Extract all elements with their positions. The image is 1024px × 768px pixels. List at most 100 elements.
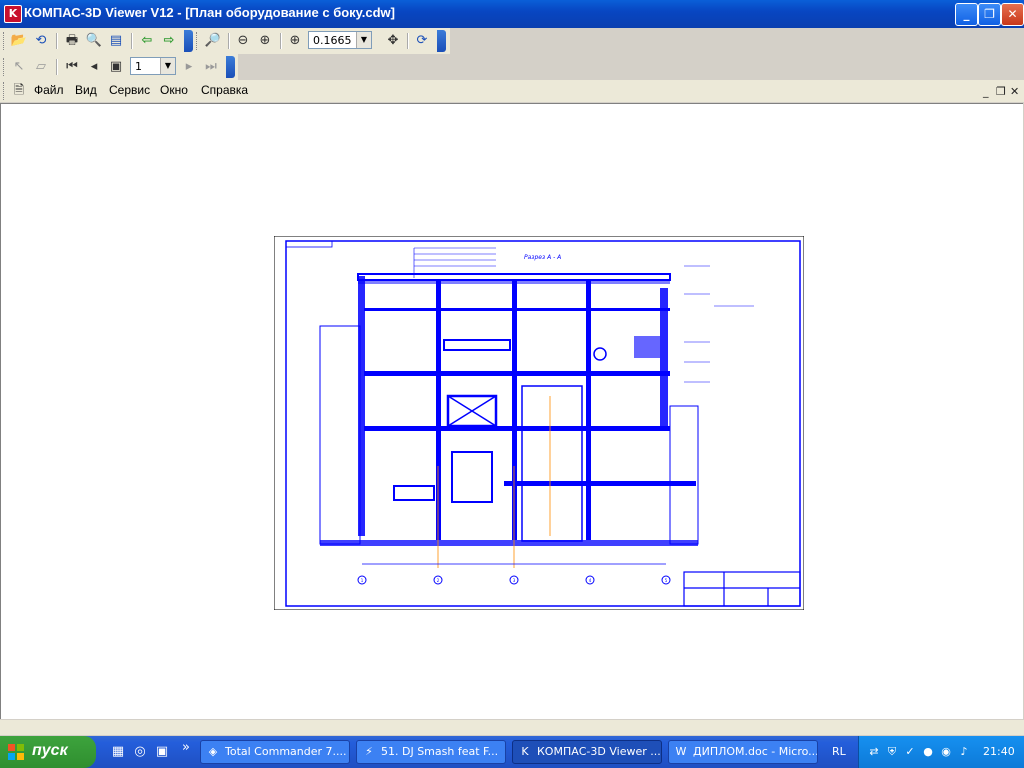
back-arrow-icon[interactable]: ⇦ bbox=[138, 32, 156, 50]
floor-slab-3 bbox=[504, 481, 696, 486]
toolbar-separator bbox=[407, 33, 409, 49]
clock[interactable]: 21:40 bbox=[983, 745, 1015, 758]
print-icon[interactable]: 🖶 bbox=[63, 32, 81, 50]
taskbar-button-total-commander[interactable]: ◈ Total Commander 7.... bbox=[200, 740, 350, 764]
toolbar-grip[interactable] bbox=[196, 32, 200, 50]
word-icon: W bbox=[675, 745, 687, 758]
section-title: Разрез А - А bbox=[524, 254, 561, 261]
toolbar-separator bbox=[131, 33, 133, 49]
status-circle-icon[interactable]: ◉ bbox=[939, 745, 953, 759]
toolbar-separator bbox=[228, 33, 230, 49]
previous-page-icon[interactable]: ◂ bbox=[85, 58, 103, 76]
window-title: КОМПАС-3D Viewer V12 - [План оборудовани… bbox=[24, 5, 395, 20]
start-label: пуск bbox=[32, 742, 68, 759]
toolbar-overflow-button[interactable] bbox=[437, 30, 446, 52]
zoom-all-icon[interactable]: ⊕ bbox=[256, 32, 274, 50]
pan-move-icon[interactable]: ✥ bbox=[384, 32, 402, 50]
hopper-box bbox=[634, 336, 660, 358]
toolbar-overflow-button[interactable] bbox=[184, 30, 193, 52]
toolbar-grip[interactable] bbox=[3, 82, 7, 100]
task-label: Total Commander 7.... bbox=[225, 745, 347, 758]
chevron-down-icon[interactable]: ▼ bbox=[160, 58, 175, 74]
print-preview-icon[interactable]: 🔍 bbox=[85, 32, 103, 50]
quicklaunch-overflow[interactable]: » bbox=[178, 740, 194, 756]
toolbar-grip[interactable] bbox=[3, 58, 7, 76]
toolbar-grip[interactable] bbox=[3, 32, 7, 50]
page-number-value: 1 bbox=[135, 60, 142, 73]
taskbar-button-winamp[interactable]: ⚡ 51. DJ Smash feat F... bbox=[356, 740, 506, 764]
zoom-scale-combo[interactable]: 0.1665 ▼ bbox=[308, 31, 372, 49]
refresh-view-icon[interactable]: ⟳ bbox=[413, 32, 431, 50]
minimize-button[interactable]: _ bbox=[955, 3, 978, 26]
taskbar-button-kompas[interactable]: K КОМПАС-3D Viewer ... bbox=[512, 740, 662, 764]
task-label: ДИПЛОМ.doc - Micro... bbox=[693, 745, 818, 758]
sheet-outer-border bbox=[274, 236, 804, 610]
mdi-close-button[interactable]: ✕ bbox=[1010, 85, 1019, 98]
toolbar-separator bbox=[56, 33, 58, 49]
view-toolbar: ↖ ▱ ⏮ ◂ ▣ 1 ▼ ▸ ⏭ bbox=[0, 54, 238, 80]
ground-line bbox=[320, 540, 698, 546]
menu-service[interactable]: Сервис bbox=[109, 83, 150, 97]
opera-icon[interactable]: ◎ bbox=[132, 744, 148, 760]
start-button[interactable]: пуск bbox=[0, 736, 96, 768]
cad-drawing: Разрез А - А 1 2 3 4 5 bbox=[274, 236, 804, 610]
menu-file[interactable]: Файл bbox=[34, 83, 64, 97]
shield-icon[interactable]: ✓ bbox=[903, 745, 917, 759]
windows-taskbar: пуск ▦ ◎ ▣ » ◈ Total Commander 7.... ⚡ 5… bbox=[0, 736, 1024, 768]
page-setup-icon[interactable]: ▤ bbox=[107, 32, 125, 50]
task-label: КОМПАС-3D Viewer ... bbox=[537, 745, 661, 758]
kompas-logo-icon[interactable]: K bbox=[4, 5, 22, 23]
task-label: 51. DJ Smash feat F... bbox=[381, 745, 499, 758]
document-icon[interactable]: 🗎 bbox=[10, 82, 28, 100]
show-desktop-icon[interactable]: ▦ bbox=[110, 744, 126, 760]
total-commander-icon: ◈ bbox=[208, 745, 218, 758]
menu-bar: 🗎 Файл Вид Сервис Окно Справка _ ❐ ✕ bbox=[0, 80, 1024, 102]
toolbar-overflow-button[interactable] bbox=[226, 56, 235, 78]
status-bar bbox=[0, 720, 1024, 735]
open-folder-icon[interactable]: 📂 bbox=[10, 32, 28, 50]
menu-help[interactable]: Справка bbox=[201, 83, 248, 97]
maximize-button[interactable]: ❐ bbox=[978, 3, 1001, 26]
toolbar-separator bbox=[280, 33, 282, 49]
taskbar-button-word[interactable]: W ДИПЛОМ.doc - Micro... bbox=[668, 740, 818, 764]
windows-flag-icon bbox=[8, 744, 24, 760]
status-green-icon[interactable]: ● bbox=[921, 745, 935, 759]
mdi-minimize-button[interactable]: _ bbox=[983, 85, 989, 98]
zoom-in-icon[interactable]: ⊕ bbox=[286, 32, 304, 50]
eraser-icon: ▱ bbox=[36, 59, 46, 74]
menu-window[interactable]: Окно bbox=[160, 83, 188, 97]
title-bar: K КОМПАС-3D Viewer V12 - [План оборудова… bbox=[0, 0, 1024, 28]
zoom-window-icon[interactable]: 🔎 bbox=[204, 32, 222, 50]
axis-label: 1 bbox=[361, 578, 364, 583]
menu-view[interactable]: Вид bbox=[75, 83, 97, 97]
left-column bbox=[358, 276, 365, 536]
zoom-previous-icon[interactable]: ⊖ bbox=[234, 32, 252, 50]
select-arrow-icon[interactable]: ↖ bbox=[10, 58, 28, 76]
zoom-scale-value: 0.1665 bbox=[313, 34, 352, 47]
document-canvas[interactable]: Разрез А - А 1 2 3 4 5 bbox=[0, 103, 1023, 719]
language-indicator[interactable]: RL bbox=[832, 745, 846, 758]
antivirus-icon[interactable]: ⛨ bbox=[885, 745, 899, 759]
volume-icon[interactable]: ♪ bbox=[957, 745, 971, 759]
page-layout-icon[interactable]: ▣ bbox=[107, 58, 125, 76]
axis-label: 3 bbox=[513, 578, 516, 583]
system-tray: ⇄ ⛨ ✓ ● ◉ ♪ 21:40 bbox=[858, 736, 1024, 768]
last-page-icon[interactable]: ⏭ bbox=[202, 58, 220, 76]
page-number-combo[interactable]: 1 ▼ bbox=[130, 57, 176, 75]
close-button[interactable]: ✕ bbox=[1001, 3, 1024, 26]
network-icon[interactable]: ⇄ bbox=[867, 745, 881, 759]
toolbar-separator bbox=[56, 59, 58, 75]
axis-label: 4 bbox=[589, 578, 592, 583]
next-page-icon[interactable]: ▸ bbox=[180, 58, 198, 76]
mdi-restore-button[interactable]: ❐ bbox=[996, 85, 1006, 98]
axis-label: 2 bbox=[437, 578, 440, 583]
axis-label: 5 bbox=[665, 578, 668, 583]
winamp-icon: ⚡ bbox=[365, 745, 373, 758]
kompas-icon: K bbox=[521, 745, 529, 758]
chevron-down-icon[interactable]: ▼ bbox=[356, 32, 371, 48]
forward-arrow-icon[interactable]: ⇨ bbox=[160, 32, 178, 50]
first-page-icon[interactable]: ⏮ bbox=[63, 58, 81, 76]
reload-document-icon[interactable]: ⟲ bbox=[32, 32, 50, 50]
standard-toolbar: 📂 ⟲ 🖶 🔍 ▤ ⇦ ⇨ 🔎 ⊖ ⊕ ⊕ 0.1665 ▼ ✥ ⟳ bbox=[0, 28, 450, 54]
app-launcher-icon[interactable]: ▣ bbox=[154, 744, 170, 760]
